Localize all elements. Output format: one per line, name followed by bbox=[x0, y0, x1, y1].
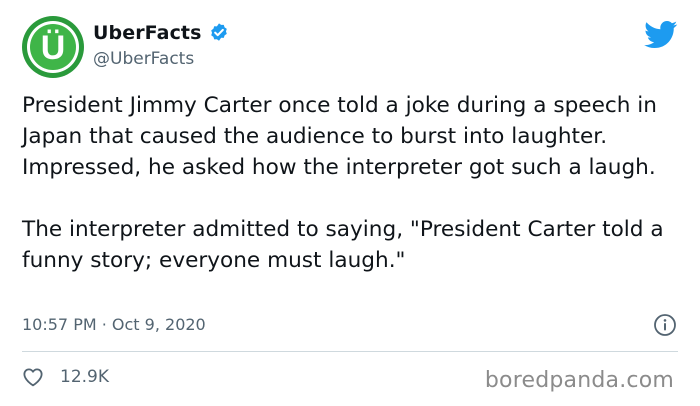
user-handle[interactable]: @UberFacts bbox=[93, 49, 194, 69]
info-icon[interactable] bbox=[653, 313, 677, 337]
display-name[interactable]: UberFacts bbox=[93, 22, 202, 44]
svg-text:Ü: Ü bbox=[41, 29, 66, 67]
tweet-card: Ü UberFacts @UberFacts President Jimmy C… bbox=[0, 0, 700, 406]
heart-icon bbox=[23, 368, 43, 387]
avatar[interactable]: Ü bbox=[22, 16, 84, 78]
verified-badge-icon bbox=[210, 23, 227, 41]
twitter-bird-icon[interactable] bbox=[644, 21, 678, 49]
like-button[interactable]: 12.9K bbox=[22, 367, 109, 387]
uberfacts-logo-icon: Ü bbox=[22, 16, 84, 78]
divider bbox=[22, 351, 678, 352]
tweet-text: President Jimmy Carter once told a joke … bbox=[22, 93, 664, 273]
tweet-timestamp[interactable]: 10:57 PM · Oct 9, 2020 bbox=[22, 315, 206, 334]
watermark: boredpanda.com bbox=[484, 368, 674, 393]
name-row: UberFacts bbox=[93, 22, 230, 44]
like-count: 12.9K bbox=[60, 367, 109, 387]
